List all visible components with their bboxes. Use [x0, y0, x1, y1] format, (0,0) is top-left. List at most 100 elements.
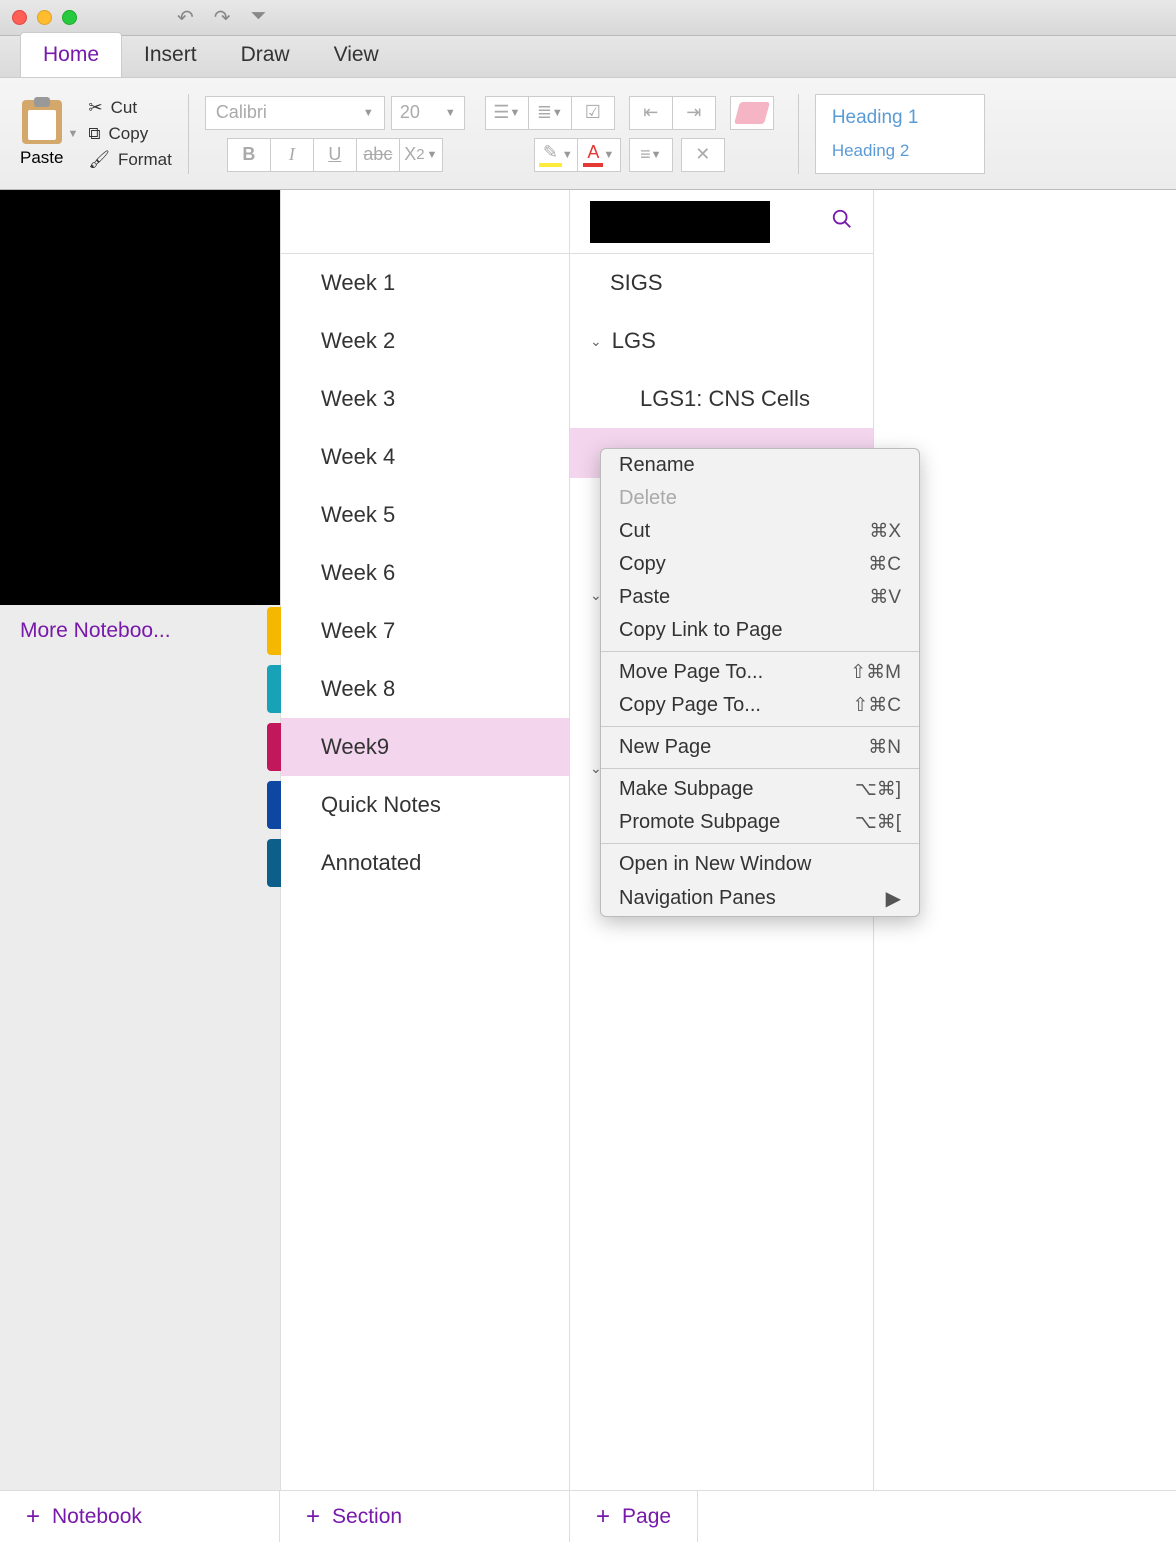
section-item-selected[interactable]: Week9	[281, 718, 569, 776]
styles-group: Heading 1 Heading 2	[805, 78, 995, 189]
context-menu: Rename Delete Cut⌘X Copy⌘C Paste⌘V Copy …	[600, 448, 920, 917]
cm-rename[interactable]: Rename	[601, 449, 919, 482]
footer: +Notebook +Section +Page	[0, 1490, 1176, 1542]
plus-icon: +	[596, 1503, 610, 1531]
font-group: Calibri▼ 20▼ B I U abc X2▼	[195, 78, 475, 189]
cm-makesub[interactable]: Make Subpage⌥⌘]	[601, 773, 919, 806]
cm-copy[interactable]: Copy⌘C	[601, 548, 919, 581]
cm-moveto[interactable]: Move Page To...⇧⌘M	[601, 656, 919, 689]
undo-button[interactable]: ↶	[177, 5, 194, 30]
section-item[interactable]: Week 8	[281, 660, 569, 718]
ribbon: Paste ▼ ✂Cut ⧉Copy 🖌Format Calibri▼ 20▼ …	[0, 78, 1176, 190]
pages-header	[570, 190, 873, 254]
bold-button[interactable]: B	[227, 138, 271, 172]
tab-insert[interactable]: Insert	[122, 33, 219, 77]
page-item-sub[interactable]: LGS1: CNS Cells	[570, 370, 873, 428]
section-item[interactable]: Week 5	[281, 486, 569, 544]
tab-draw[interactable]: Draw	[219, 33, 312, 77]
add-notebook-button[interactable]: +Notebook	[0, 1491, 280, 1542]
maximize-window-button[interactable]	[62, 10, 77, 25]
submenu-arrow-icon: ▶	[886, 886, 901, 911]
section-item[interactable]: Week 4	[281, 428, 569, 486]
tab-view[interactable]: View	[312, 33, 401, 77]
align-button[interactable]: ≡▼	[629, 138, 673, 172]
cm-cut[interactable]: Cut⌘X	[601, 515, 919, 548]
font-color-button[interactable]: A▼	[577, 138, 621, 172]
ribbon-tabs: Home Insert Draw View	[0, 36, 1176, 78]
cm-navpanes[interactable]: Navigation Panes▶	[601, 881, 919, 916]
delete-button[interactable]: ✕	[681, 138, 725, 172]
cm-copylink[interactable]: Copy Link to Page	[601, 614, 919, 647]
redo-button[interactable]: ↷	[214, 5, 231, 30]
section-item[interactable]: Week 3	[281, 370, 569, 428]
cm-newpage[interactable]: New Page⌘N	[601, 731, 919, 764]
eraser-icon	[734, 102, 770, 124]
add-page-button[interactable]: +Page	[570, 1491, 698, 1542]
section-item[interactable]: Quick Notes	[281, 776, 569, 834]
section-item[interactable]: Annotated	[281, 834, 569, 892]
bullets-button[interactable]: ☰▼	[485, 96, 529, 130]
plus-icon: +	[306, 1503, 320, 1531]
sections-header	[281, 190, 569, 254]
cut-button[interactable]: ✂Cut	[88, 98, 171, 118]
cm-copyto[interactable]: Copy Page To...⇧⌘C	[601, 689, 919, 722]
add-section-button[interactable]: +Section	[280, 1491, 570, 1542]
scissors-icon: ✂	[88, 98, 102, 118]
font-size-select[interactable]: 20▼	[391, 96, 465, 130]
cm-promote[interactable]: Promote Subpage⌥⌘[	[601, 806, 919, 839]
numbering-button[interactable]: ≣▼	[528, 96, 572, 130]
section-item[interactable]: Week 7	[281, 602, 569, 660]
font-name-select[interactable]: Calibri▼	[205, 96, 385, 130]
divider	[188, 94, 189, 174]
page-item[interactable]: SIGS	[570, 254, 873, 312]
subscript-button[interactable]: X2▼	[399, 138, 443, 172]
titlebar: ↶ ↷ ⏷	[0, 0, 1176, 36]
cm-delete: Delete	[601, 482, 919, 515]
more-notebooks-link[interactable]: More Noteboo...	[0, 605, 280, 657]
italic-button[interactable]: I	[270, 138, 314, 172]
close-window-button[interactable]	[12, 10, 27, 25]
checklist-button[interactable]: ☑	[571, 96, 615, 130]
style-heading1[interactable]: Heading 1	[832, 101, 968, 135]
style-heading2[interactable]: Heading 2	[832, 135, 968, 167]
clipboard-group: Paste ▼ ✂Cut ⧉Copy 🖌Format	[10, 78, 182, 189]
brush-icon: 🖌	[88, 150, 110, 170]
separator	[601, 651, 919, 652]
section-item[interactable]: Week 2	[281, 312, 569, 370]
paste-dropdown[interactable]: ▼	[67, 128, 78, 140]
format-painter-button[interactable]: 🖌Format	[88, 150, 171, 170]
section-item[interactable]: Week 1	[281, 254, 569, 312]
clipboard-icon	[22, 100, 62, 144]
window-controls	[12, 10, 77, 25]
divider	[798, 94, 799, 174]
section-item[interactable]: Week 6	[281, 544, 569, 602]
sections-panel: Week 1 Week 2 Week 3 Week 4 Week 5 Week …	[280, 190, 570, 1490]
underline-button[interactable]: U	[313, 138, 357, 172]
separator	[601, 843, 919, 844]
outdent-button[interactable]: ⇤	[629, 96, 673, 130]
eraser-button[interactable]	[730, 96, 774, 130]
cm-paste[interactable]: Paste⌘V	[601, 581, 919, 614]
tab-home[interactable]: Home	[20, 32, 122, 77]
minimize-window-button[interactable]	[37, 10, 52, 25]
chevron-down-icon: ⌄	[590, 333, 602, 350]
cm-opennew[interactable]: Open in New Window	[601, 848, 919, 881]
page-group[interactable]: ⌄LGS	[570, 312, 873, 370]
paste-button[interactable]: Paste	[20, 100, 63, 168]
qat-customize-button[interactable]: ⏷	[251, 5, 267, 30]
indent-button[interactable]: ⇥	[672, 96, 716, 130]
search-icon[interactable]	[831, 208, 853, 236]
paragraph-group: ☰▼ ≣▼ ☑ ⇤ ⇥ ✎▼ A▼ ≡▼ ✕	[475, 78, 792, 189]
separator	[601, 726, 919, 727]
plus-icon: +	[26, 1503, 40, 1531]
paste-label: Paste	[20, 148, 63, 168]
copy-icon: ⧉	[88, 124, 100, 144]
notebook-title-redacted	[590, 201, 770, 243]
highlight-button[interactable]: ✎▼	[534, 138, 578, 172]
styles-gallery[interactable]: Heading 1 Heading 2	[815, 94, 985, 174]
notebooks-panel: More Noteboo...	[0, 190, 280, 1490]
copy-button[interactable]: ⧉Copy	[88, 124, 171, 144]
workspace: More Noteboo... Week 1 Week 2 Week 3 Wee…	[0, 190, 1176, 1490]
strikethrough-button[interactable]: abc	[356, 138, 400, 172]
notebook-redacted[interactable]	[0, 190, 280, 605]
